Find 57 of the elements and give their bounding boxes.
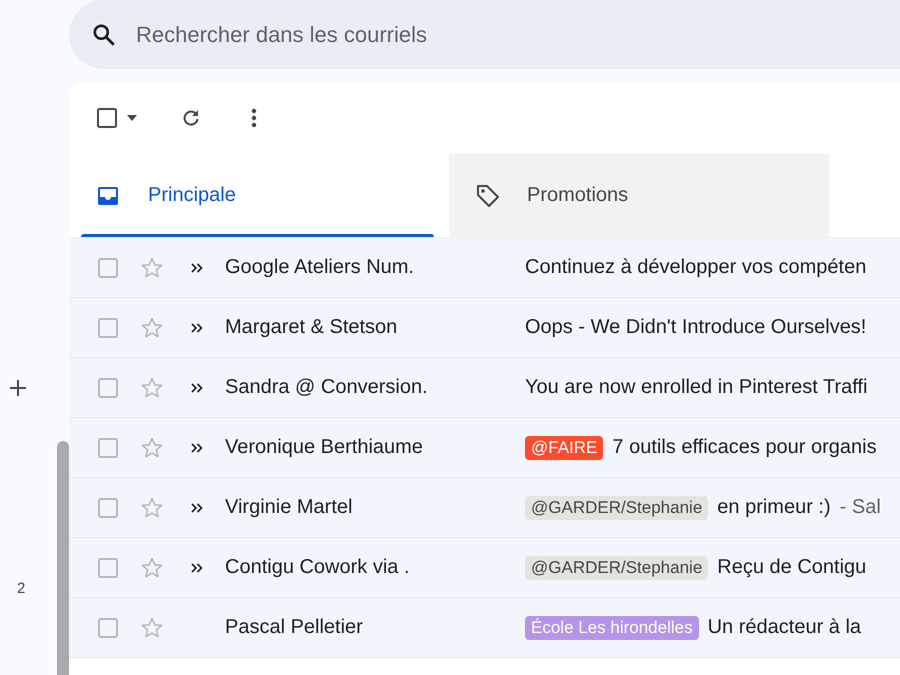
sender-name: Virginie Martel — [225, 496, 354, 519]
label-chip[interactable]: @GARDER/Stephanie — [525, 556, 708, 580]
email-subject: Un rédacteur à la — [708, 616, 862, 639]
importance-marker-icon[interactable] — [191, 382, 203, 392]
star-icon[interactable] — [140, 316, 164, 340]
star-icon[interactable] — [140, 376, 164, 400]
search-icon[interactable] — [91, 22, 117, 48]
caret-icon[interactable] — [126, 114, 138, 122]
category-tab[interactable]: Promotions — [449, 154, 829, 237]
search-field[interactable]: Rechercher dans les courriels — [134, 20, 638, 48]
importance-marker-icon[interactable] — [191, 502, 203, 512]
star-icon[interactable] — [140, 496, 164, 520]
checkbox[interactable] — [97, 556, 119, 578]
star-icon[interactable] — [140, 556, 164, 580]
checkbox[interactable] — [97, 616, 119, 638]
email-subject: 7 outils efficaces pour organis — [612, 436, 877, 459]
star-icon[interactable] — [140, 616, 164, 640]
sender-name: Veronique Berthiaume — [225, 436, 424, 459]
email-row[interactable]: Pascal Pelletier École Les hirondelles Un rédacteur à la — [69, 598, 900, 658]
email-subject: en primeur :) — [717, 496, 831, 519]
add-icon[interactable] — [9, 379, 27, 397]
tag-icon — [475, 182, 501, 208]
importance-marker-icon[interactable] — [191, 442, 203, 452]
sender-name: Margaret & Stetson — [225, 316, 398, 339]
sender-name: Sandra @ Conversion. — [225, 376, 429, 399]
category-tab[interactable]: Principale — [69, 154, 449, 237]
email-row[interactable]: Sandra @ Conversion. You are now enrolled in Pinterest Traffi — [69, 358, 900, 418]
sender-name: Contigu Cowork via . — [225, 556, 411, 579]
sender-name: Pascal Pelletier — [225, 616, 364, 639]
importance-marker-icon[interactable] — [191, 262, 203, 272]
email-row[interactable]: Google Ateliers Num. Continuez à développer vos compéten — [69, 238, 900, 298]
email-subject: You are now enrolled in Pinterest Traffi — [525, 376, 868, 399]
email-subject: Oops - We Didn't Introduce Ourselves! — [525, 316, 866, 339]
email-subject: Reçu de Contigu — [717, 556, 866, 579]
label-chip[interactable]: @GARDER/Stephanie — [525, 496, 708, 520]
email-snippet: - Sal — [840, 496, 881, 519]
checkbox[interactable] — [97, 256, 119, 278]
inbox-icon — [97, 186, 119, 206]
checkbox[interactable] — [97, 316, 119, 338]
email-row[interactable]: Margaret & Stetson Oops - We Didn't Introduce Ourselves! — [69, 298, 900, 358]
email-row[interactable]: Veronique Berthiaume @FAIRE 7 outils efficaces pour organis — [69, 418, 900, 478]
star-icon[interactable] — [140, 256, 164, 280]
importance-marker-icon[interactable] — [191, 562, 203, 572]
refresh-icon[interactable] — [181, 108, 201, 128]
email-row[interactable]: Virginie Martel @GARDER/Stephanie en primeur :) - Sal — [69, 478, 900, 538]
email-subject: Continuez à développer vos compéten — [525, 256, 866, 279]
page-count: 2 — [17, 580, 26, 597]
select-checkbox[interactable] — [96, 107, 118, 129]
checkbox[interactable] — [97, 436, 119, 458]
importance-marker-icon[interactable] — [191, 322, 203, 332]
checkbox[interactable] — [97, 376, 119, 398]
checkbox[interactable] — [97, 496, 119, 518]
email-row[interactable]: Contigu Cowork via . @GARDER/Stephanie Reçu de Contigu — [69, 538, 900, 598]
sender-name: Google Ateliers Num. — [225, 256, 415, 279]
more-icon[interactable] — [251, 108, 257, 128]
scrollbar[interactable] — [57, 441, 69, 675]
star-icon[interactable] — [140, 436, 164, 460]
